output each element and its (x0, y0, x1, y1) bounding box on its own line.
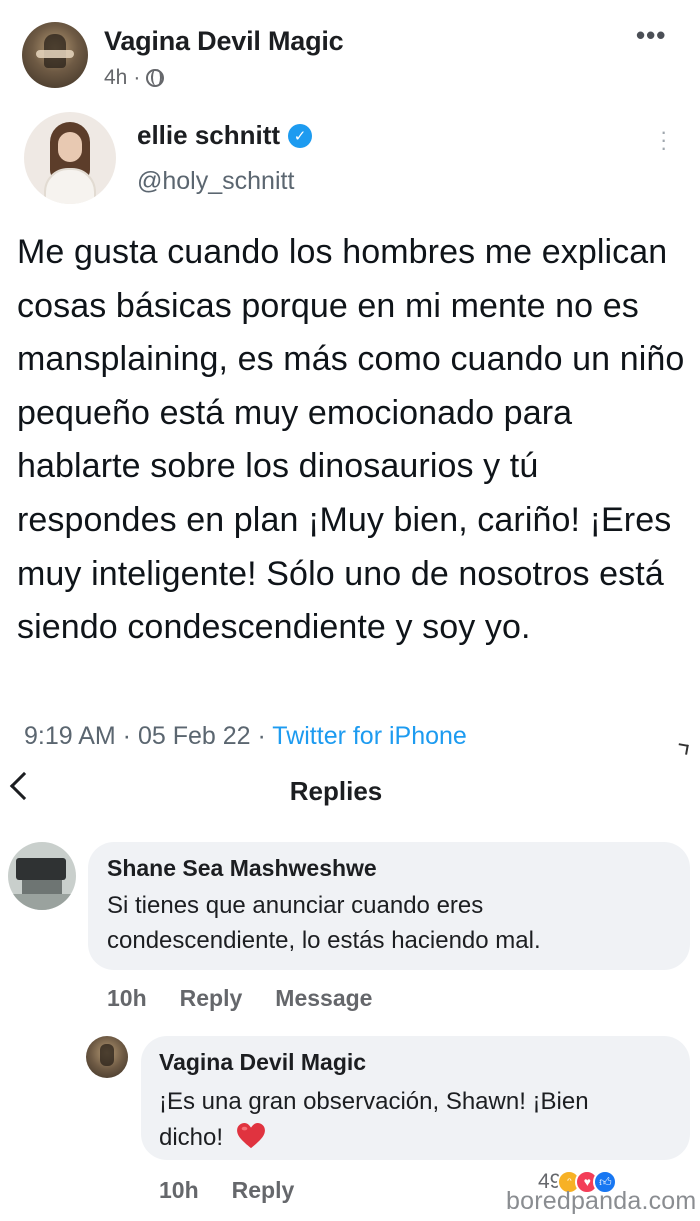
reply-actions: 10h Reply (159, 1177, 294, 1204)
reply-button[interactable]: Reply (232, 1177, 295, 1204)
tweet-text: Me gusta cuando los hombres me explican … (17, 233, 685, 647)
reply-button[interactable]: Reply (180, 985, 243, 1012)
post-author-name[interactable]: Vagina Devil Magic (104, 26, 344, 57)
heart-emoji-icon (236, 1123, 265, 1149)
reply-text: ¡Es una gran observación, Shawn! ¡Bien d… (159, 1084, 659, 1156)
comment-author[interactable]: Shane Sea Mashweshwe (107, 855, 377, 882)
tweet-author-name: ellie schnitt ✓ (137, 120, 313, 151)
message-button[interactable]: Message (275, 985, 372, 1012)
tweet-author-name-text: ellie schnitt (137, 120, 281, 150)
post-time[interactable]: 4h (104, 66, 127, 90)
comment-text: Si tienes que anunciar cuando eres conde… (107, 892, 541, 954)
reply-avatar[interactable] (86, 1036, 128, 1078)
replies-title: Replies (289, 776, 383, 806)
post-author-avatar[interactable] (22, 22, 88, 88)
reply-text-content: ¡Es una gran observación, Shawn! ¡Bien d… (159, 1088, 589, 1151)
globe-icon (146, 69, 165, 87)
watermark: boredpanda.com (506, 1187, 697, 1215)
comment-avatar[interactable] (8, 842, 76, 910)
meta-separator: · (133, 66, 141, 89)
reply-time[interactable]: 10h (159, 1177, 199, 1204)
comment-time[interactable]: 10h (107, 985, 147, 1012)
reply-author[interactable]: Vagina Devil Magic (159, 1049, 366, 1076)
tweet-handle: @holy_schnitt (137, 167, 295, 195)
more-horizontal-icon[interactable]: ••• (636, 20, 666, 51)
verified-badge-icon: ✓ (288, 123, 313, 148)
tweet-author-avatar (24, 112, 116, 204)
comment-actions: 10h Reply Message (107, 985, 372, 1012)
tweet-timestamp: 9:19 AM · 05 Feb 22 · (24, 722, 273, 750)
corner-arrow-icon (677, 743, 689, 755)
tweet-source: Twitter for iPhone (272, 722, 467, 750)
more-vertical-icon: · · · (660, 119, 668, 160)
tweet-footer: 9:19 AM · 05 Feb 22 · Twitter for iPhone (24, 722, 467, 751)
post-meta: 4h · (104, 66, 165, 90)
